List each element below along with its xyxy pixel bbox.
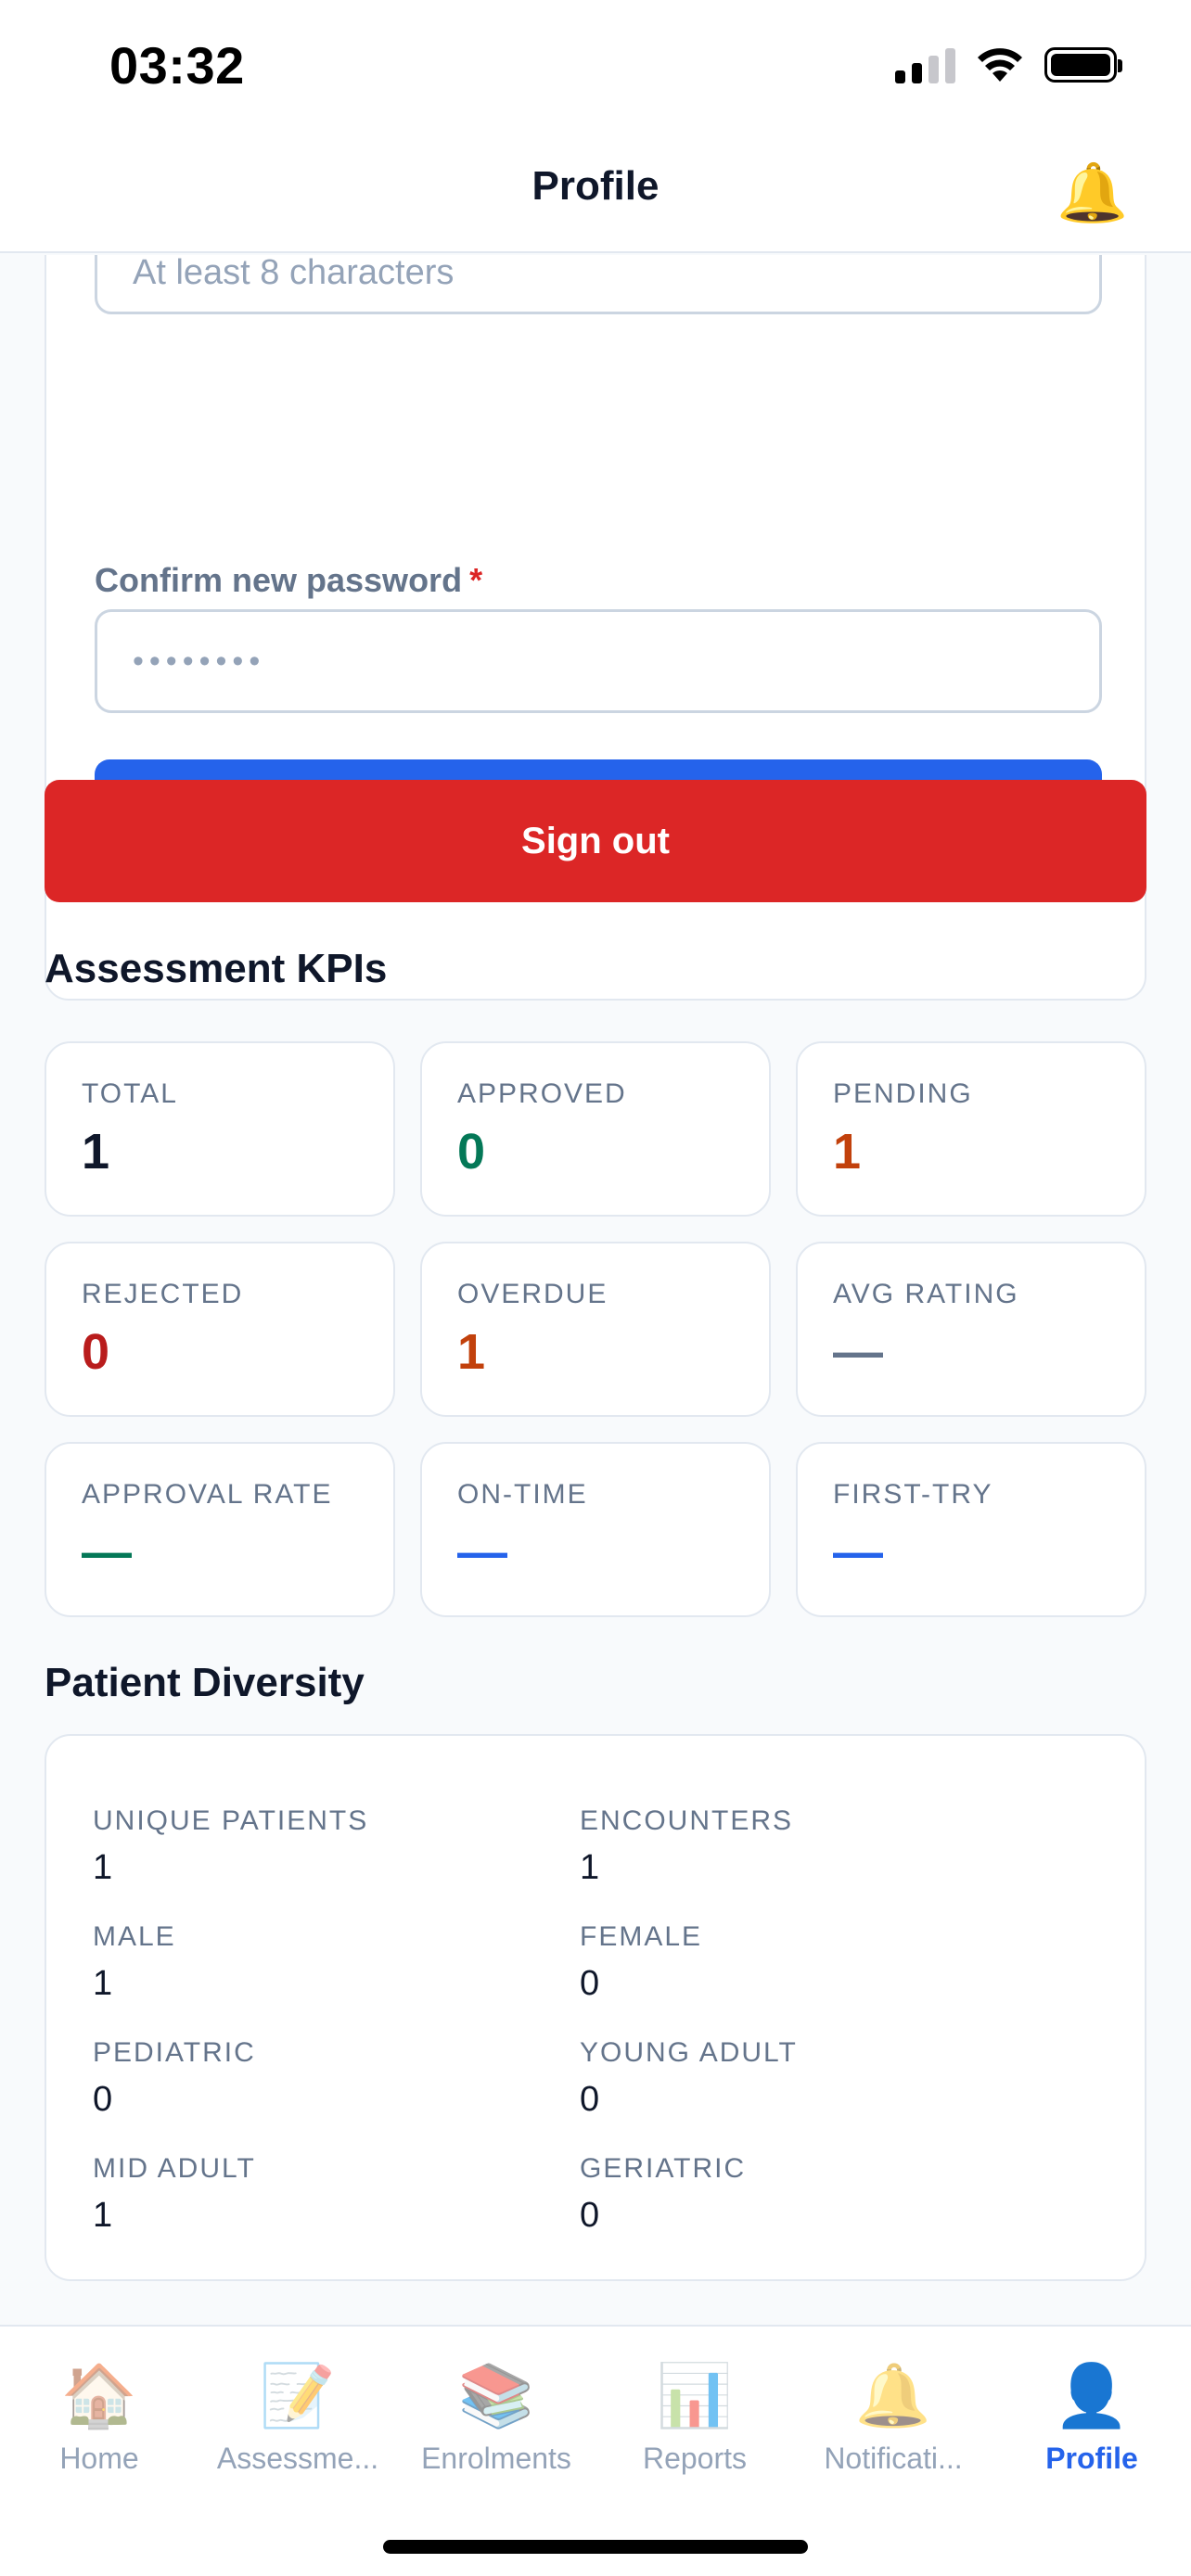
status-bar: 03:32	[0, 0, 1191, 130]
kpi-card-rejected: REJECTED 0	[45, 1242, 395, 1417]
required-mark: *	[469, 561, 483, 599]
kpi-value: 1	[833, 1124, 862, 1180]
status-icons	[895, 46, 1122, 83]
books-icon: 📚	[457, 2361, 535, 2429]
diversity-item-young-adult: YOUNG ADULT 0	[580, 2037, 798, 2119]
sign-out-button[interactable]: Sign out	[45, 780, 1146, 902]
kpi-grid: TOTAL 1 APPROVED 0 PENDING 1 REJECTED 0 …	[45, 1041, 1146, 1617]
tab-list: 🏠 Home 📝 Assessme... 📚 Enrolments 📊 Repo…	[0, 2358, 1191, 2476]
diversity-item-mid-adult: MID ADULT 1	[93, 2153, 256, 2235]
kpi-value: 1	[82, 1124, 110, 1180]
kpi-card-on-time: ON-TIME —	[420, 1442, 771, 1617]
page-title: Profile	[531, 163, 660, 209]
nav-bar: Profile 🔔	[0, 130, 1191, 253]
kpi-value: 1	[457, 1324, 486, 1380]
kpi-section-title: Assessment KPIs	[45, 946, 388, 991]
kpi-value: —	[833, 1324, 883, 1380]
kpi-card-overdue: OVERDUE 1	[420, 1242, 771, 1417]
confirm-password-label: Confirm new password *	[95, 561, 483, 599]
kpi-value: 0	[457, 1124, 486, 1180]
kpi-card-first-try: FIRST-TRY —	[796, 1442, 1146, 1617]
tab-assessments[interactable]: 📝 Assessme...	[198, 2358, 397, 2476]
bell-icon[interactable]: 🔔	[1057, 158, 1128, 228]
home-indicator[interactable]	[383, 2540, 808, 2554]
diversity-item-encounters: ENCOUNTERS 1	[580, 1805, 794, 1887]
profile-content[interactable]: At least 8 characters Confirm new passwo…	[0, 255, 1191, 2325]
diversity-item-pediatric: PEDIATRIC 0	[93, 2037, 256, 2119]
kpi-value: 0	[82, 1324, 110, 1380]
diversity-item-unique-patients: UNIQUE PATIENTS 1	[93, 1805, 369, 1887]
diversity-item-female: FEMALE 0	[580, 1921, 703, 2003]
tab-notifications[interactable]: 🔔 Notificati...	[794, 2358, 992, 2476]
patient-diversity-card: UNIQUE PATIENTS 1 ENCOUNTERS 1 MALE 1 FE…	[45, 1734, 1146, 2281]
kpi-value: —	[457, 1524, 507, 1580]
home-icon: 🏠	[60, 2361, 138, 2429]
tab-enrolments[interactable]: 📚 Enrolments	[397, 2358, 596, 2476]
kpi-card-total: TOTAL 1	[45, 1041, 395, 1217]
tab-bar: 🏠 Home 📝 Assessme... 📚 Enrolments 📊 Repo…	[0, 2325, 1191, 2576]
battery-icon	[1044, 47, 1122, 83]
tab-reports[interactable]: 📊 Reports	[596, 2358, 794, 2476]
kpi-card-pending: PENDING 1	[796, 1041, 1146, 1217]
kpi-card-approval-rate: APPROVAL RATE —	[45, 1442, 395, 1617]
tab-home[interactable]: 🏠 Home	[0, 2358, 198, 2476]
wifi-icon	[978, 48, 1022, 82]
kpi-card-avg-rating: AVG RATING —	[796, 1242, 1146, 1417]
diversity-item-geriatric: GERIATRIC 0	[580, 2153, 747, 2235]
password-mask: ••••••••	[133, 643, 266, 679]
assessment-icon: 📝	[259, 2361, 337, 2429]
new-password-input[interactable]: At least 8 characters	[95, 255, 1102, 314]
tab-profile[interactable]: 👤 Profile	[992, 2358, 1191, 2476]
diversity-item-male: MALE 1	[93, 1921, 176, 2003]
bar-chart-icon: 📊	[656, 2361, 734, 2429]
status-time: 03:32	[109, 36, 245, 95]
confirm-password-input[interactable]: ••••••••	[95, 609, 1102, 713]
kpi-card-approved: APPROVED 0	[420, 1041, 771, 1217]
kpi-value: —	[833, 1524, 883, 1580]
signal-icon	[895, 46, 955, 83]
diversity-section-title: Patient Diversity	[45, 1660, 365, 1705]
user-icon: 👤	[1053, 2361, 1131, 2429]
bell-icon: 🔔	[854, 2361, 932, 2429]
kpi-value: —	[82, 1524, 132, 1580]
